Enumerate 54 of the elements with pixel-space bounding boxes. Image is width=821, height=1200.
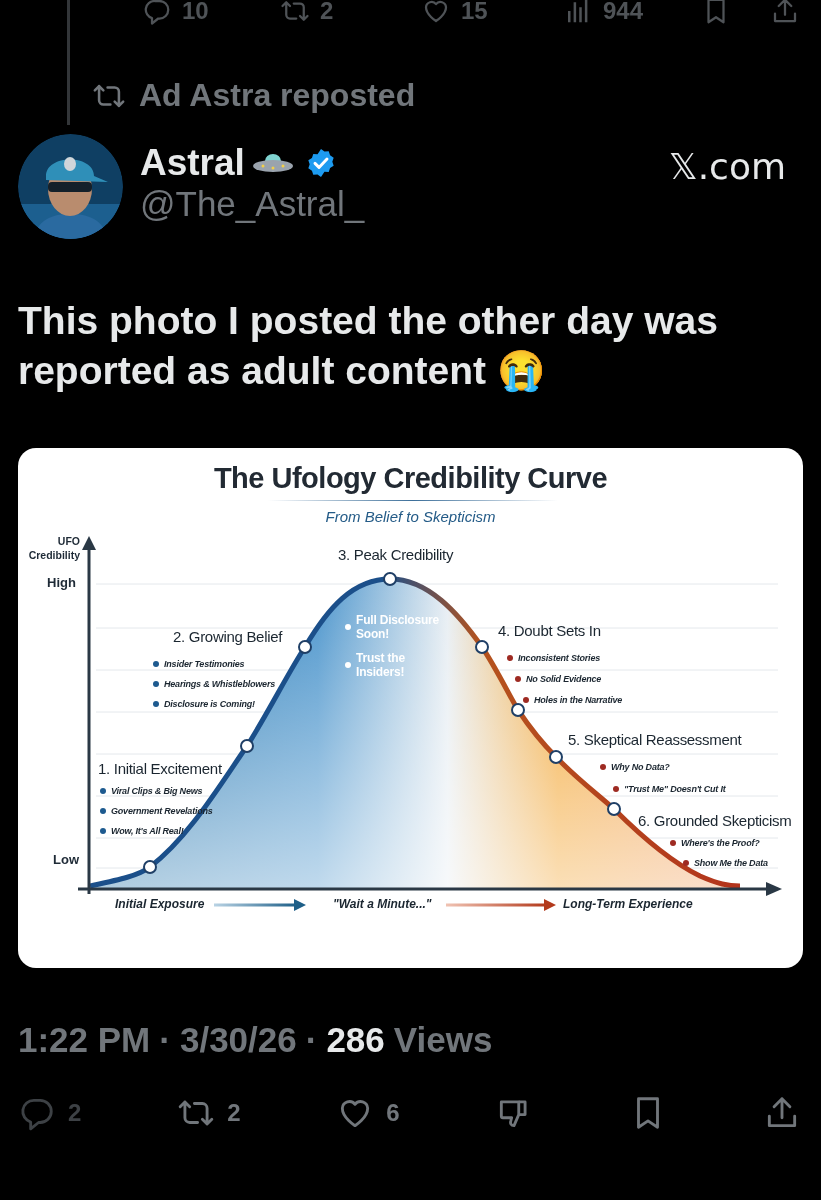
point-marker (240, 739, 254, 753)
post-meta: 286 (326, 1020, 385, 1060)
bullet-text: Wow, It's All Real! (111, 826, 184, 836)
post-meta: 1:22 PM (18, 1020, 151, 1060)
bullet-text: Viral Clips & Big News (111, 786, 203, 796)
stat-count: 2 (320, 0, 334, 25)
bullet-text: Holes in the Narrative (534, 695, 623, 705)
axis-title: UFO Credibility (27, 534, 80, 562)
bullet-text: Insider Testimonies (164, 659, 245, 669)
reply-icon[interactable] (142, 0, 172, 26)
point-marker (475, 640, 489, 654)
stage-heading: 5. Skeptical Reassessment (568, 731, 742, 748)
action-count: 2 (68, 1099, 82, 1127)
stage-heading: 1. Initial Excitement (98, 760, 222, 777)
separator: · (305, 1020, 318, 1060)
point-marker (143, 860, 157, 874)
bullet-text: Disclosure is Coming! (164, 699, 255, 709)
separator: · (159, 1020, 171, 1060)
point-marker (549, 750, 563, 764)
point-marker (298, 640, 312, 654)
post-meta: Views (393, 1020, 493, 1060)
axis-label: Low (53, 852, 79, 867)
chart-subtitle: From Belief to Skepticism (325, 508, 496, 525)
source-label: 𝕏.com (668, 146, 786, 187)
stat-count: 10 (182, 0, 209, 25)
action-count: 2 (227, 1099, 241, 1127)
stat-count: 15 (461, 0, 488, 25)
author-name[interactable]: Astral (140, 142, 245, 184)
chart-title: The Ufology Credibility Curve (213, 462, 608, 495)
bullet-text: Inconsistent Stories (518, 653, 601, 663)
stage-heading: 4. Doubt Sets In (498, 622, 601, 639)
stat-count: 944 (603, 0, 644, 25)
point-marker (383, 572, 397, 586)
bullet-text: Hearings & Whistleblowers (164, 679, 276, 689)
axis-label: Long-Term Experience (563, 897, 693, 911)
author-handle: @The_Astral_ (140, 184, 366, 224)
point-marker (511, 703, 525, 717)
action-count: 6 (386, 1099, 400, 1127)
axis-label: High (47, 575, 76, 590)
bullet-text: Where's the Proof? (681, 838, 760, 848)
bullet-text: "Trust Me" Doesn't Cut It (624, 784, 726, 794)
point-marker (607, 802, 621, 816)
repost-label: Ad Astra reposted (139, 77, 416, 114)
stage-heading: 3. Peak Credibility (338, 546, 454, 563)
bullet-text: Trust the Insiders! (356, 651, 406, 679)
bullet-text: Why No Data? (611, 762, 670, 772)
post-meta: 3/30/26 (179, 1020, 297, 1060)
stage-heading: 6. Grounded Skepticism (638, 812, 792, 829)
axis-label: "Wait a Minute..." (333, 897, 432, 911)
axis-label: Initial Exposure (115, 897, 205, 911)
bullet-text: No Solid Evidence (526, 674, 602, 684)
bullet-text: Show Me the Data (694, 858, 768, 868)
stage-heading: 2. Growing Belief (173, 628, 283, 645)
post-text: This photo I posted the other day was reported as adult content 😭 (18, 299, 718, 392)
